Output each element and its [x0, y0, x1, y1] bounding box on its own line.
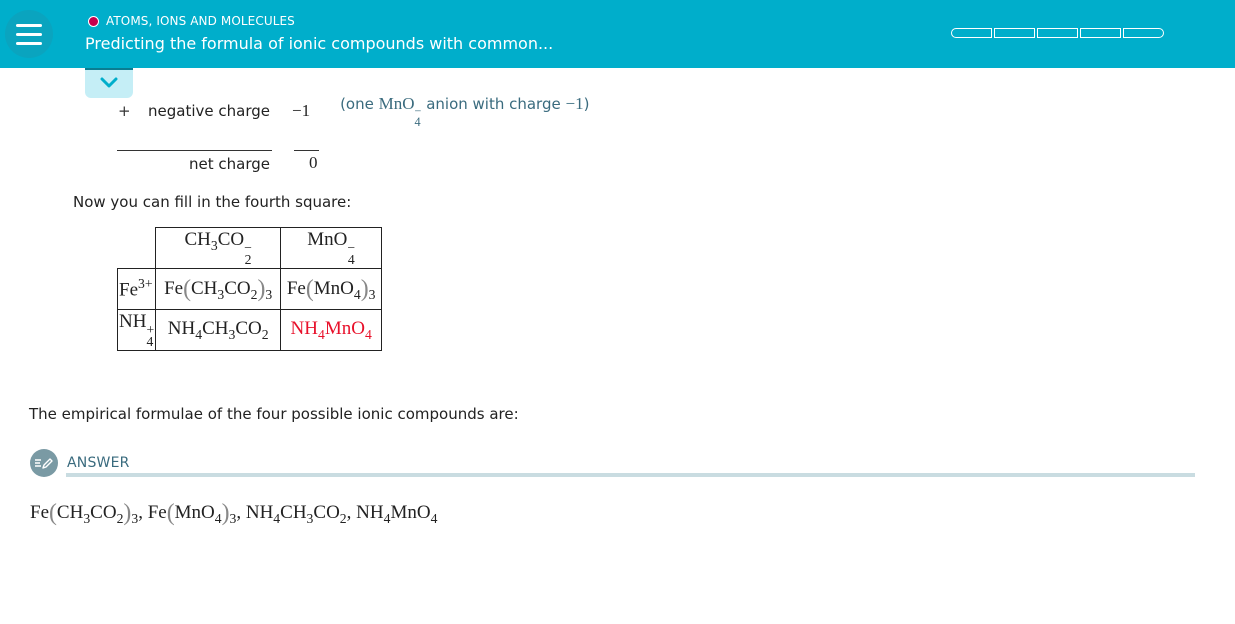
f-b: CO: [224, 277, 251, 299]
ionic-compound-grid: CH3CO −2 MnO −4 Fe3+ Fe(CH3CO2)3 Fe(MnO4)3…: [116, 227, 383, 351]
grid-header-row: CH3CO −2 MnO −4: [118, 227, 383, 269]
grid-row-iron: Fe3+ Fe(CH3CO2)3 Fe(MnO4)3: [116, 268, 383, 310]
f-post-sub: 3: [265, 286, 273, 302]
anion-header-permanganate: MnO −4: [280, 227, 383, 269]
answer-label: ANSWER: [67, 455, 130, 471]
separator: ,: [138, 502, 148, 524]
h-base: MnO: [307, 229, 348, 251]
plus-sign: +: [118, 102, 131, 121]
f-post-sub: 3: [368, 286, 376, 302]
negative-charge-value: −1: [291, 101, 311, 121]
f-a: NH: [167, 317, 196, 339]
f-pre: Fe: [286, 277, 306, 299]
answer-formula-4: NH4MnO4: [356, 502, 438, 526]
c-base: Fe: [119, 279, 138, 301]
f-b: CH: [202, 317, 229, 339]
c-supsub: +4: [146, 323, 154, 350]
topic-label: ATOMS, IONS AND MOLECULES: [88, 14, 295, 28]
h-sub: 4: [347, 252, 355, 268]
hamburger-menu-icon: [5, 10, 53, 58]
cell-ammonium-acetate: NH4CH3CO2: [155, 309, 282, 351]
progress-bar: [951, 28, 1164, 38]
top-bar: ATOMS, IONS AND MOLECULES Predicting the…: [0, 0, 1235, 68]
h-mid: CO: [217, 229, 245, 251]
instruction-text: Now you can fill in the fourth square:: [73, 193, 352, 211]
menu-button[interactable]: [0, 0, 58, 68]
anion-header-acetate: CH3CO −2: [155, 227, 282, 269]
f-b-sub: 2: [250, 286, 258, 302]
page-title: Predicting the formula of ionic compound…: [85, 34, 554, 53]
answer-divider: [66, 473, 1195, 477]
separator: ,: [236, 502, 246, 524]
note-suffix: anion with charge: [421, 95, 566, 113]
grid-corner: [118, 228, 156, 269]
net-charge-value: 0: [309, 153, 318, 172]
progress-segment: [1123, 28, 1164, 38]
topic-status-dot-icon: [88, 15, 99, 27]
progress-segment: [1037, 28, 1078, 38]
cell-iron-permanganate: Fe(MnO4)3: [280, 268, 383, 310]
answer-formula-2: Fe(MnO4)3: [147, 500, 237, 526]
sum-rule-right: [294, 150, 319, 151]
note-ion-base: MnO: [378, 94, 415, 113]
cell-iron-acetate: Fe(CH3CO2)3: [155, 268, 282, 310]
f-a-sub: 4: [317, 326, 325, 342]
answer-formula-1: Fe(CH3CO2)3: [30, 500, 139, 526]
answer-formulas: Fe(CH3CO2)3, Fe(MnO4)3, NH4CH3CO2, NH4Mn…: [30, 500, 437, 527]
h-sub: 3: [210, 238, 218, 254]
note-close: ): [583, 95, 590, 113]
progress-segment: [994, 28, 1035, 38]
f-b-sub: 4: [364, 326, 372, 342]
negative-charge-note: (one MnO −4 anion with charge −1): [340, 94, 589, 128]
answer-formula-3: NH4CH3CO2: [245, 502, 347, 526]
c-sub: 4: [146, 334, 154, 350]
grid-row-ammonium: NH +4 NH4CH3CO2 NH4MnO4: [116, 309, 383, 351]
h-supsub: −2: [244, 241, 252, 268]
note-prefix: (one: [340, 95, 379, 113]
f-a: MnO: [313, 277, 354, 299]
cation-header-ammonium: NH +4: [116, 309, 157, 351]
f-c-sub: 2: [261, 326, 269, 342]
pencil-edit-icon: [30, 449, 58, 477]
cation-header-iron: Fe3+: [116, 268, 157, 310]
h-base: CH: [184, 229, 211, 251]
c-sup: 3+: [138, 276, 153, 292]
negative-charge-row: + negative charge −1 (one MnO −4 anion wi…: [118, 94, 589, 128]
f-b: MnO: [324, 317, 365, 339]
h-sub2: 2: [244, 252, 252, 268]
paren-open: (: [305, 275, 314, 302]
f-pre: Fe: [30, 502, 49, 524]
chevron-down-icon: [100, 77, 118, 88]
summary-text: The empirical formulae of the four possi…: [29, 405, 519, 423]
separator: ,: [346, 502, 357, 524]
note-charge: −1: [565, 94, 584, 113]
note-ion: MnO −4: [378, 94, 422, 128]
f-a-sub: 4: [353, 286, 361, 302]
f-a: CH: [191, 277, 218, 299]
negative-charge-label: negative charge: [148, 102, 270, 121]
c-base: NH: [119, 311, 147, 333]
f-c: CO: [235, 317, 262, 339]
cell-ammonium-permanganate-highlighted: NH4MnO4: [280, 309, 383, 351]
paren-open: (: [183, 275, 191, 302]
f-a: NH: [290, 317, 318, 339]
sum-rule-left: [117, 150, 272, 151]
progress-segment: [951, 28, 992, 38]
note-ion-sub: 4: [414, 115, 421, 130]
net-charge-label: net charge: [189, 155, 270, 173]
f-pre: Fe: [164, 277, 184, 299]
paren-close: ): [360, 275, 369, 302]
h-supsub: −4: [347, 241, 355, 268]
progress-segment: [1080, 28, 1121, 38]
topic-text: ATOMS, IONS AND MOLECULES: [106, 14, 295, 28]
